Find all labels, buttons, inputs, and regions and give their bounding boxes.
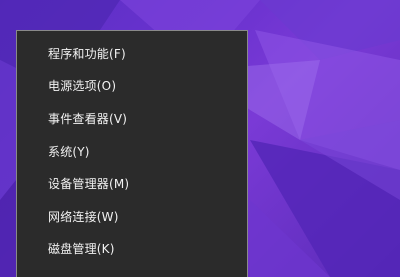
menu-item-event-viewer[interactable]: 事件查看器(V) [17, 102, 247, 135]
menu-item-disk-management[interactable]: 磁盘管理(K) [17, 233, 247, 266]
menu-item-system[interactable]: 系统(Y) [17, 135, 247, 168]
menu-item-programs-features[interactable]: 程序和功能(F) [17, 37, 247, 70]
menu-item-device-manager[interactable]: 设备管理器(M) [17, 167, 247, 200]
winx-context-menu: 程序和功能(F) 电源选项(O) 事件查看器(V) 系统(Y) 设备管理器(M)… [16, 30, 248, 277]
menu-item-power-options[interactable]: 电源选项(O) [17, 70, 247, 103]
menu-item-network-connections[interactable]: 网络连接(W) [17, 200, 247, 233]
